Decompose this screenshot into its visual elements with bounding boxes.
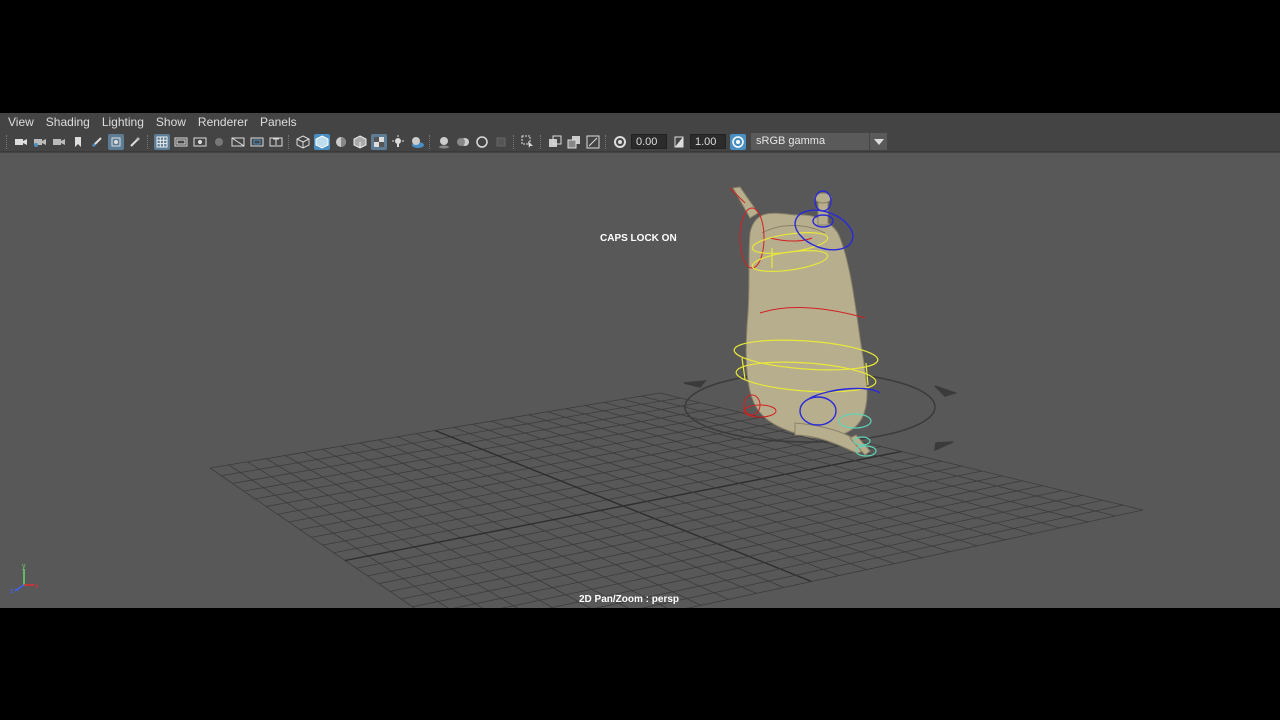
shadows-icon[interactable] [409, 134, 425, 150]
2d-pan-zoom-icon[interactable] [107, 133, 124, 150]
caps-lock-indicator: CAPS LOCK ON [600, 233, 677, 244]
axis-gizmo: y x z [10, 563, 39, 595]
field-chart-icon[interactable] [230, 134, 246, 150]
menu-panels[interactable]: Panels [254, 113, 303, 132]
textured-icon[interactable] [370, 133, 387, 150]
letterbox-top [0, 0, 1280, 113]
panel-menubar: View Shading Lighting Show Renderer Pane… [0, 113, 1280, 132]
camera-name-label: 2D Pan/Zoom : persp [579, 594, 680, 605]
wireframe-icon[interactable] [295, 134, 311, 150]
gamma-field[interactable]: 1.00 [690, 134, 726, 149]
toolbar-separator [6, 134, 8, 149]
menu-renderer[interactable]: Renderer [192, 113, 254, 132]
depth-of-field-icon[interactable] [493, 134, 509, 150]
motion-blur-icon[interactable] [455, 134, 471, 150]
ground-grid [209, 392, 1144, 608]
toolbar-separator [540, 134, 542, 149]
toolbar-separator [147, 134, 149, 149]
perspective-viewport[interactable]: y x z CAPS LOCK ON 2D Pan/Zoom : persp [0, 153, 1280, 608]
grid-line [209, 467, 416, 608]
toolbar-separator [605, 134, 607, 149]
menu-shading[interactable]: Shading [40, 113, 96, 132]
camera-lock-icon[interactable] [127, 134, 143, 150]
gate-mask-icon[interactable] [211, 134, 227, 150]
grid-line [378, 465, 962, 585]
camera-icon[interactable] [13, 134, 29, 150]
grid-line [547, 411, 978, 547]
exposure-icon[interactable] [612, 134, 628, 150]
xray-joints-icon[interactable] [585, 134, 601, 150]
grid-line [322, 448, 629, 608]
grid-line [453, 427, 840, 576]
letterbox-bottom [0, 608, 1280, 720]
toolbar-separator [288, 134, 290, 149]
screen-space-ao-icon[interactable] [436, 134, 452, 150]
film-gate-icon[interactable] [173, 134, 189, 150]
exposure-field[interactable]: 0.00 [631, 134, 667, 149]
grid-line [341, 445, 668, 608]
xray-active-components-icon[interactable] [566, 134, 582, 150]
image-plane-icon[interactable] [70, 134, 86, 150]
toolbar-separator [513, 134, 515, 149]
axis-label-y: y [22, 563, 26, 570]
anti-aliasing-icon[interactable] [474, 134, 490, 150]
xray-icon[interactable] [547, 134, 563, 150]
camera-attributes-icon[interactable] [32, 134, 48, 150]
use-lights-icon[interactable] [390, 134, 406, 150]
axis-label-x: x [35, 583, 39, 590]
grid-line [389, 470, 983, 592]
viewport-scene: y x z [10, 186, 1144, 608]
isolate-select-icon[interactable] [520, 134, 536, 150]
camera-bookmark-icon[interactable] [51, 134, 67, 150]
grid-line [452, 485, 1043, 608]
menu-view[interactable]: View [2, 113, 40, 132]
axis-label-z: z [10, 588, 14, 595]
panel-toolbar: 0.00 1.00 sRGB gamma [0, 132, 1280, 152]
grid-line [266, 458, 519, 608]
safe-title-icon[interactable] [268, 134, 284, 150]
menu-lighting[interactable]: Lighting [96, 113, 150, 132]
resolution-gate-icon[interactable] [192, 134, 208, 150]
wireframe-on-shaded-icon[interactable] [352, 134, 368, 150]
view-transform-icon[interactable] [729, 133, 746, 150]
toolbar-separator [429, 134, 431, 149]
smooth-shade-icon[interactable] [313, 133, 330, 150]
grid-line [659, 392, 1144, 511]
grid-line [594, 499, 1103, 608]
grid-icon[interactable] [153, 133, 170, 150]
grease-pencil-icon[interactable] [89, 134, 105, 150]
safe-action-icon[interactable] [249, 134, 265, 150]
grid-line [367, 460, 942, 577]
chevron-down-icon[interactable] [869, 133, 887, 150]
menu-show[interactable]: Show [150, 113, 192, 132]
gamma-icon[interactable] [671, 134, 687, 150]
grid-line [640, 504, 1123, 608]
viewport-panel: View Shading Lighting Show Renderer Pane… [0, 113, 1280, 608]
color-space-select[interactable]: sRGB gamma [751, 133, 869, 150]
default-material-icon[interactable] [333, 134, 349, 150]
